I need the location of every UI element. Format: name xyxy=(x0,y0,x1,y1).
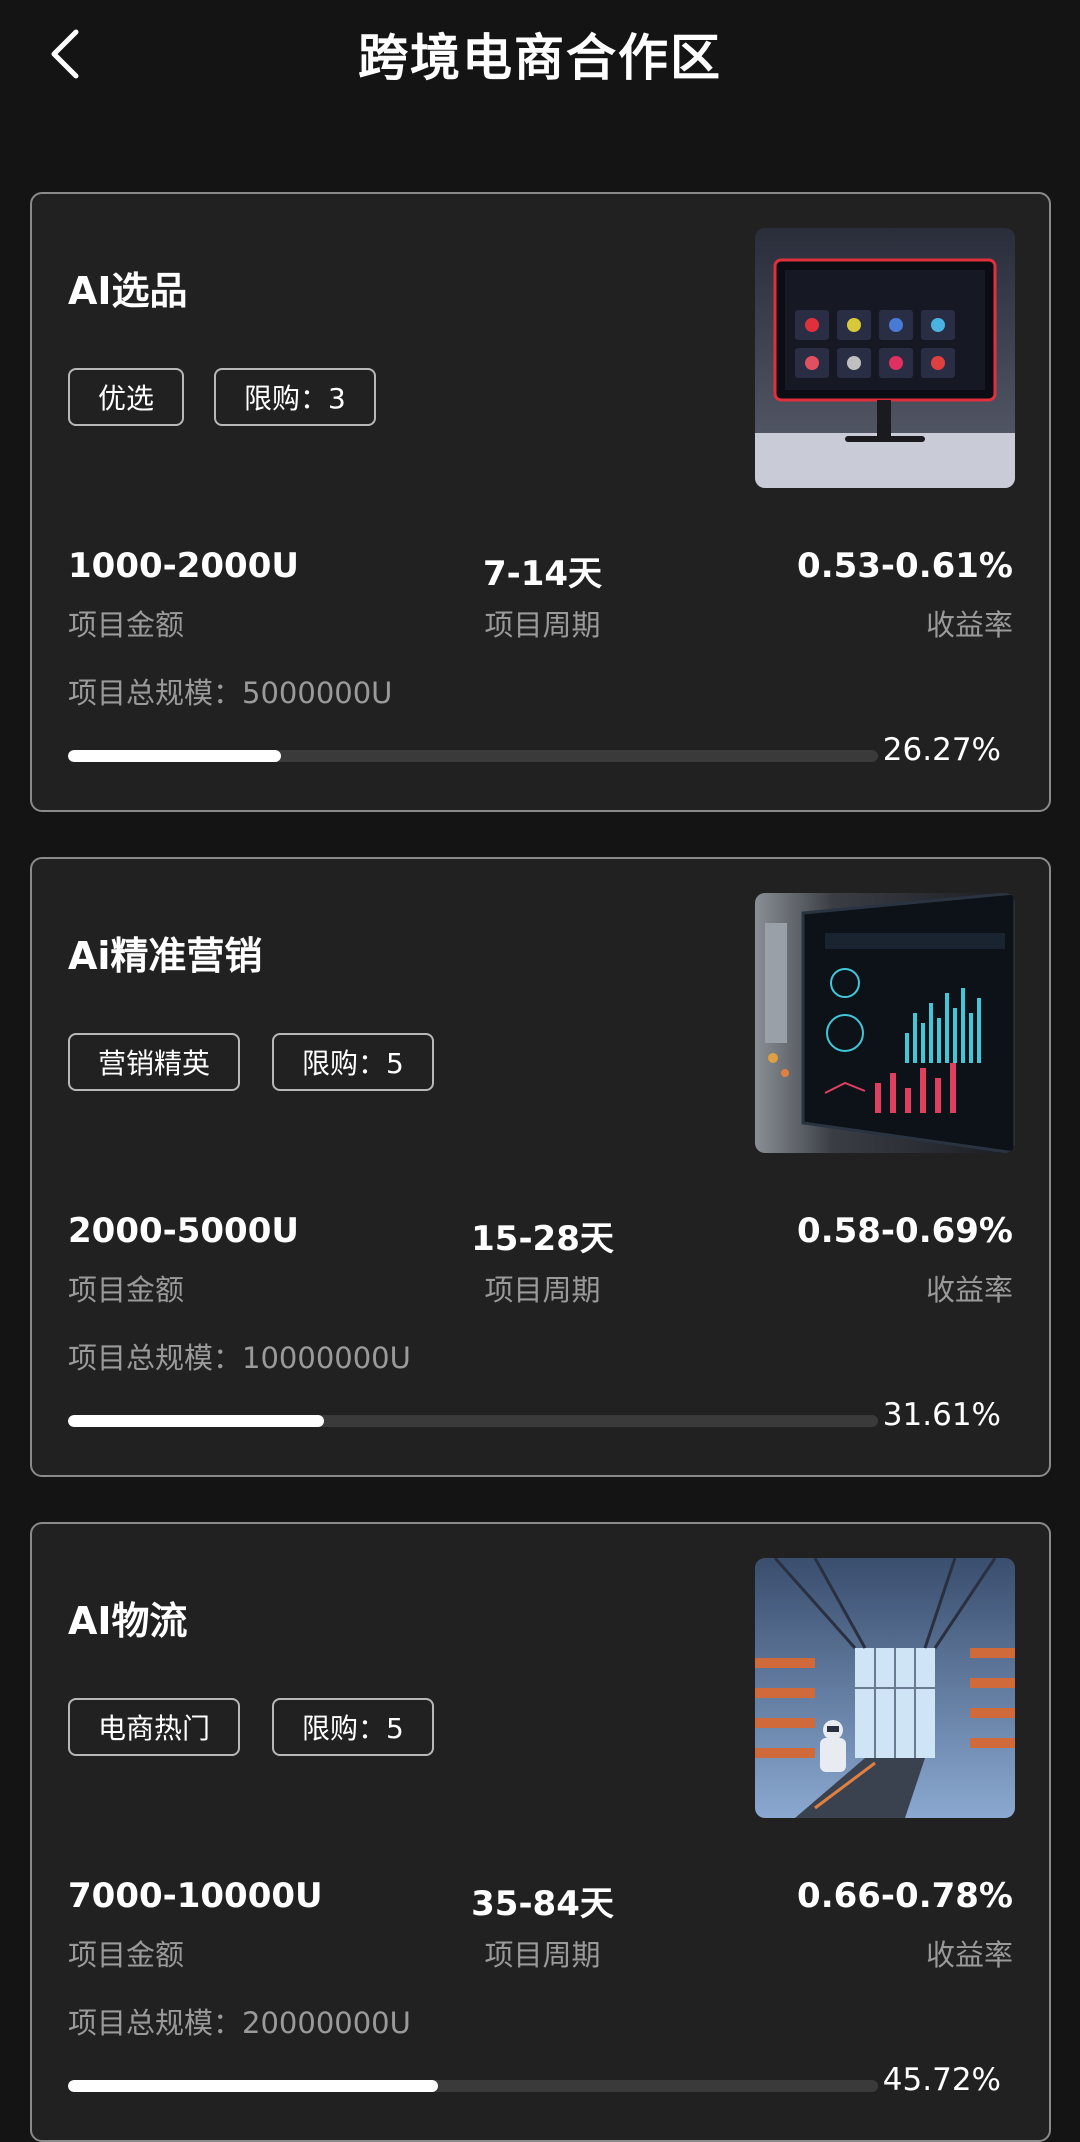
total-scale-label: 项目总规模： xyxy=(68,1341,243,1375)
progress-percent: 31.61% xyxy=(882,1397,1001,1433)
total-scale-value: 5000000U xyxy=(242,676,393,710)
rate-value: 0.66-0.78% xyxy=(797,1876,1013,1916)
total-scale-label: 项目总规模： xyxy=(68,676,243,710)
tag-badge: 营销精英 xyxy=(68,1033,241,1091)
rate-value: 0.58-0.69% xyxy=(797,1211,1013,1251)
progress-bar xyxy=(68,750,878,762)
rate-label: 收益率 xyxy=(925,1273,1013,1307)
page-title: 跨境电商合作区 xyxy=(358,29,722,87)
rate-label: 收益率 xyxy=(925,1938,1013,1972)
project-card-ai-marketing[interactable]: Ai精准营销 营销精英 限购：5 2000-5000U 项目金额 15-28天 … xyxy=(30,857,1051,1477)
logistics-warehouse-image xyxy=(755,1558,1015,1818)
card-title: Ai精准营销 xyxy=(68,934,263,978)
rate-label: 收益率 xyxy=(925,608,1013,642)
progress-percent: 45.72% xyxy=(882,2062,1001,2098)
total-scale: 项目总规模：20000000U xyxy=(68,2000,411,2042)
purchase-limit-badge: 限购：3 xyxy=(214,368,376,426)
progress-fill xyxy=(68,1415,325,1427)
rate-value: 0.53-0.61% xyxy=(797,546,1013,586)
progress-bar xyxy=(68,2080,878,2092)
progress-bar xyxy=(68,1415,878,1427)
project-card-ai-selection[interactable]: AI选品 优选 限购：3 1000-2000U 项目金额 7-14天 项目周期 … xyxy=(30,192,1051,812)
total-scale: 项目总规模：10000000U xyxy=(68,1335,411,1377)
purchase-limit-badge: 限购：5 xyxy=(272,1033,434,1091)
card-title: AI物流 xyxy=(68,1599,188,1643)
project-card-ai-logistics[interactable]: AI物流 电商热门 限购：5 7000-10000U 项目金额 35-84天 项… xyxy=(30,1522,1051,2142)
total-scale-value: 20000000U xyxy=(242,2006,411,2040)
card-title: AI选品 xyxy=(68,269,188,313)
purchase-limit-badge: 限购：5 xyxy=(272,1698,434,1756)
total-scale-label: 项目总规模： xyxy=(68,2006,243,2040)
marketing-dashboard-image xyxy=(755,893,1015,1153)
period-label: 项目周期 xyxy=(484,608,601,642)
ai-product-monitor-image xyxy=(755,228,1015,488)
period-label: 项目周期 xyxy=(484,1273,601,1307)
total-scale: 项目总规模：5000000U xyxy=(68,670,392,712)
total-scale-value: 10000000U xyxy=(242,1341,411,1375)
progress-fill xyxy=(68,750,281,762)
progress-fill xyxy=(68,2080,439,2092)
tag-badge: 优选 xyxy=(68,368,185,426)
header: 跨境电商合作区 xyxy=(0,0,1080,110)
progress-percent: 26.27% xyxy=(882,732,1001,768)
tag-badge: 电商热门 xyxy=(68,1698,241,1756)
period-label: 项目周期 xyxy=(484,1938,601,1972)
